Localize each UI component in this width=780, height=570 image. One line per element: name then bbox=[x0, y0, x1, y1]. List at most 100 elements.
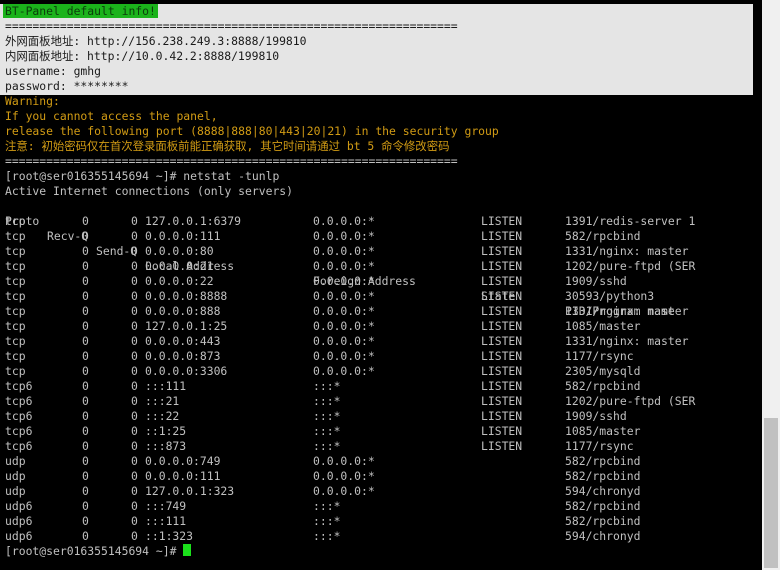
cell-foreign-address: :::* bbox=[313, 394, 341, 408]
cell-foreign-address: :::* bbox=[313, 514, 341, 528]
cell-state: LISTEN bbox=[481, 349, 523, 363]
cell-state: LISTEN bbox=[481, 334, 523, 348]
table-row: tcp6 0 0:::22:::* LISTEN 1909/sshd bbox=[0, 409, 762, 424]
terminal-output[interactable]: BT-Panel default info! =================… bbox=[0, 0, 762, 570]
cell-state: LISTEN bbox=[481, 364, 523, 378]
cell-foreign-address: 0.0.0.0:* bbox=[313, 454, 375, 468]
cell-recv-q: 0 bbox=[82, 484, 89, 498]
table-row: tcp 0 0 127.0.0.1:25 0.0.0.0:* LISTEN 1085/mas… bbox=[0, 319, 762, 334]
cell-recv-q: 0 bbox=[82, 244, 89, 258]
cell-local-address: 0.0.0.0:80 bbox=[145, 244, 214, 258]
vertical-scrollbar[interactable] bbox=[762, 0, 780, 570]
cell-local-address: 0.0.0.0:443 bbox=[145, 334, 221, 348]
scrollbar-thumb[interactable] bbox=[764, 418, 778, 568]
password-line: password: ******** bbox=[5, 79, 129, 93]
cell-pid-program: 582/rpcbind bbox=[565, 229, 641, 243]
block-cursor-icon bbox=[183, 544, 192, 556]
cell-foreign-address: :::* bbox=[313, 379, 341, 393]
cell-pid-program: 30593/python3 bbox=[565, 289, 655, 303]
cell-local-address: ::1:323 bbox=[145, 529, 194, 543]
cell-send-q: 0 bbox=[131, 394, 138, 408]
warning-line-1: If you cannot access the panel, bbox=[5, 109, 218, 123]
cell-foreign-address: 0.0.0.0:* bbox=[313, 469, 375, 483]
table-row: udp 0 0 127.0.0.1:323 0.0.0.0:* 594/chronyd bbox=[0, 484, 762, 499]
final-prompt-line[interactable]: [root@ser016355145694 ~]# bbox=[5, 544, 192, 559]
cell-state: LISTEN bbox=[481, 274, 523, 288]
cell-recv-q: 0 bbox=[82, 499, 89, 513]
cell-local-address: :::873 bbox=[145, 439, 187, 453]
separator-2: ========================================… bbox=[5, 154, 458, 168]
cell-pid-program: 1909/sshd bbox=[565, 409, 627, 423]
cell-local-address: :::22 bbox=[145, 409, 180, 423]
cell-recv-q: 0 bbox=[82, 304, 89, 318]
cell-proto: tcp bbox=[5, 289, 26, 303]
cell-state: LISTEN bbox=[481, 319, 523, 333]
table-row: tcp 0 0 0.0.0.0:8888 0.0.0.0:* LISTEN 30593/py… bbox=[0, 289, 762, 304]
cell-proto: udp bbox=[5, 469, 26, 483]
cell-local-address: 0.0.0.0:22 bbox=[145, 274, 214, 288]
cell-send-q: 0 bbox=[131, 364, 138, 378]
cell-local-address: 0.0.0.0:873 bbox=[145, 349, 221, 363]
cell-state: LISTEN bbox=[481, 214, 523, 228]
cell-recv-q: 0 bbox=[82, 514, 89, 528]
cell-proto: tcp6 bbox=[5, 379, 33, 393]
cell-local-address: 0.0.0.0:3306 bbox=[145, 364, 228, 378]
cell-state: LISTEN bbox=[481, 439, 523, 453]
cell-proto: tcp6 bbox=[5, 409, 33, 423]
cell-pid-program: 594/chronyd bbox=[565, 529, 641, 543]
table-row: tcp 0 0 0.0.0.0:888 0.0.0.0:* LISTEN 1331/ngin… bbox=[0, 304, 762, 319]
cell-recv-q: 0 bbox=[82, 319, 89, 333]
cell-send-q: 0 bbox=[131, 274, 138, 288]
cell-recv-q: 0 bbox=[82, 349, 89, 363]
cell-proto: tcp6 bbox=[5, 439, 33, 453]
cell-state: LISTEN bbox=[481, 424, 523, 438]
table-row: tcp6 0 0:::873:::* LISTEN 1177/rsync bbox=[0, 439, 762, 454]
cell-proto: udp6 bbox=[5, 514, 33, 528]
cell-send-q: 0 bbox=[131, 484, 138, 498]
cell-recv-q: 0 bbox=[82, 409, 89, 423]
cell-recv-q: 0 bbox=[82, 379, 89, 393]
cell-pid-program: 1909/sshd bbox=[565, 274, 627, 288]
table-row: tcp 0 0 0.0.0.0:22 0.0.0.0:* LISTEN 1909/sshd bbox=[0, 274, 762, 289]
cell-foreign-address: 0.0.0.0:* bbox=[313, 484, 375, 498]
table-row: udp6 0 0:::749:::* 582/rpcbind bbox=[0, 499, 762, 514]
cell-recv-q: 0 bbox=[82, 439, 89, 453]
cell-foreign-address: :::* bbox=[313, 424, 341, 438]
cell-send-q: 0 bbox=[131, 349, 138, 363]
cell-pid-program: 1202/pure-ftpd (SER bbox=[565, 394, 696, 408]
cell-proto: tcp bbox=[5, 259, 26, 273]
cell-pid-program: 1202/pure-ftpd (SER bbox=[565, 259, 696, 273]
cell-recv-q: 0 bbox=[82, 469, 89, 483]
cell-state: LISTEN bbox=[481, 304, 523, 318]
cell-local-address: 0.0.0.0:111 bbox=[145, 469, 221, 483]
cell-foreign-address: 0.0.0.0:* bbox=[313, 364, 375, 378]
cell-send-q: 0 bbox=[131, 229, 138, 243]
cell-pid-program: 1085/master bbox=[565, 319, 641, 333]
cell-local-address: :::21 bbox=[145, 394, 180, 408]
cell-foreign-address: 0.0.0.0:* bbox=[313, 289, 375, 303]
cell-proto: tcp bbox=[5, 244, 26, 258]
cell-state: LISTEN bbox=[481, 244, 523, 258]
table-row: tcp 0 0 127.0.0.1:6379 0.0.0.0:* LISTEN 1391/r… bbox=[0, 214, 762, 229]
warning-title: Warning: bbox=[5, 94, 60, 108]
cell-pid-program: 582/rpcbind bbox=[565, 454, 641, 468]
prompt-command: [root@ser016355145694 ~]# netstat -tunlp bbox=[5, 169, 280, 183]
cell-state: LISTEN bbox=[481, 259, 523, 273]
cell-recv-q: 0 bbox=[82, 274, 89, 288]
table-row: tcp 0 0 0.0.0.0:443 0.0.0.0:* LISTEN 1331/ngin… bbox=[0, 334, 762, 349]
table-row: udp6 0 0::1:323:::* 594/chronyd bbox=[0, 529, 762, 544]
cell-recv-q: 0 bbox=[82, 364, 89, 378]
cell-foreign-address: 0.0.0.0:* bbox=[313, 349, 375, 363]
cell-recv-q: 0 bbox=[82, 529, 89, 543]
cell-foreign-address: 0.0.0.0:* bbox=[313, 259, 375, 273]
cell-send-q: 0 bbox=[131, 454, 138, 468]
cell-recv-q: 0 bbox=[82, 334, 89, 348]
cell-send-q: 0 bbox=[131, 319, 138, 333]
cell-proto: udp bbox=[5, 454, 26, 468]
table-row: udp 0 0 0.0.0.0:111 0.0.0.0:* 582/rpcbind bbox=[0, 469, 762, 484]
cell-proto: tcp bbox=[5, 274, 26, 288]
cell-state: LISTEN bbox=[481, 379, 523, 393]
cell-send-q: 0 bbox=[131, 379, 138, 393]
cell-send-q: 0 bbox=[131, 529, 138, 543]
cell-pid-program: 1391/redis-server 1 bbox=[565, 214, 696, 228]
